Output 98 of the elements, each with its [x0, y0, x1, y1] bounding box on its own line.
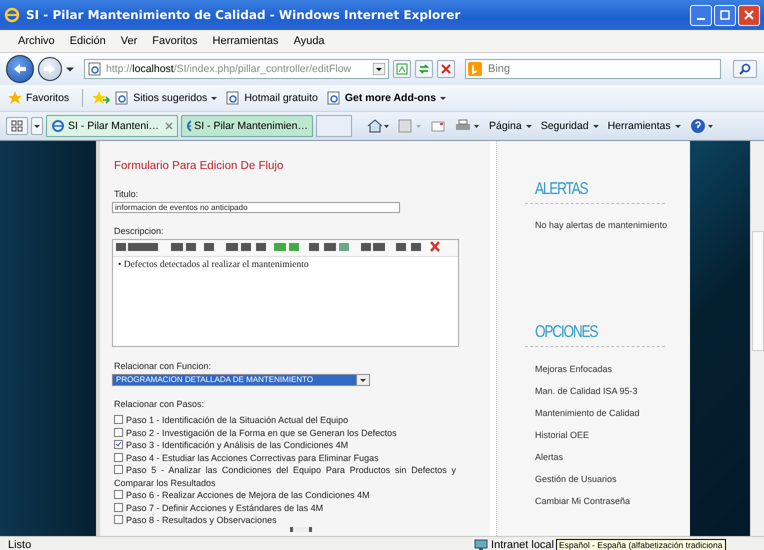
field-label: Relacionar con Pasos:: [114, 399, 206, 409]
sidebar-link[interactable]: Man. de Calidad ISA 95-3: [535, 386, 638, 396]
alerts-text: No hay alertas de mantenimiento: [535, 220, 668, 230]
network-icon: [474, 538, 488, 550]
close-button[interactable]: [738, 4, 760, 26]
close-icon[interactable]: [165, 122, 173, 130]
sidebar-link[interactable]: Mantenimiento de Calidad: [535, 408, 640, 418]
step-checkbox[interactable]: Paso 1 - Identificación de la Situación Actual del Equipo: [114, 414, 456, 426]
command-menu[interactable]: Página: [489, 120, 532, 132]
arrow-right-icon: [44, 64, 56, 74]
quick-tabs-button[interactable]: [6, 117, 28, 135]
favorites-button[interactable]: Favoritos: [8, 91, 70, 105]
status-text: Listo: [8, 538, 32, 550]
favorite-link[interactable]: Get more Add-ons: [326, 91, 446, 105]
security-zone[interactable]: Intranet local: [474, 538, 554, 550]
step-checkbox[interactable]: Paso 2 - Investigación de la Forma en que se Generan los Defectos: [114, 426, 456, 439]
caret-icon: [211, 96, 218, 100]
browser-tab[interactable]: SI - Pilar Manteni…: [46, 115, 178, 137]
caret-icon: [34, 124, 40, 128]
page-icon: [115, 91, 130, 105]
language-tooltip: Español - España (alfabetización tradiciona: [556, 539, 726, 550]
search-button[interactable]: [733, 60, 757, 78]
compatibility-button[interactable]: [393, 60, 411, 78]
print-icon[interactable]: [454, 119, 480, 133]
address-field[interactable]: http://localhost/SI/index.php/pillar_controller/editFlow: [84, 59, 389, 79]
stop-button[interactable]: [437, 60, 455, 78]
close-icon: [744, 10, 754, 20]
minimize-button[interactable]: [690, 4, 712, 26]
close-icon: [441, 64, 451, 74]
dropdown-icon[interactable]: [373, 63, 385, 75]
maximize-button[interactable]: [714, 4, 736, 26]
scrollbar[interactable]: [750, 141, 764, 536]
back-button[interactable]: [6, 55, 34, 83]
sidebar-link[interactable]: Gestión de Usuarios: [535, 474, 617, 484]
field-label: Titulo:: [114, 189, 140, 199]
forward-button[interactable]: [38, 57, 62, 81]
minimize-icon: [697, 18, 705, 20]
command-menu[interactable]: Seguridad: [540, 120, 599, 132]
sidebar-link[interactable]: Mejoras Enfocadas: [535, 364, 612, 374]
step-checkbox[interactable]: Paso 4 - Estudiar las Acciones Correctivas para Eliminar Fugas: [114, 452, 456, 464]
sidebar-link[interactable]: Cambiar Mi Contraseña: [535, 496, 630, 506]
section-heading: OPCIONES: [535, 322, 598, 342]
favorite-link[interactable]: Hotmail gratuito: [226, 91, 318, 105]
browser-icon: [4, 7, 20, 23]
step-checkbox[interactable]: Paso 5 - Analizar las Condiciones del Equipo Para Productos sin Defectos y Comparar los Resultados: [114, 464, 456, 489]
favorite-link[interactable]: Sitios sugeridos: [115, 91, 218, 105]
search-field[interactable]: Bing: [465, 59, 721, 79]
arrow-left-icon: [13, 63, 27, 75]
mail-icon[interactable]: [431, 120, 445, 132]
feeds-icon[interactable]: [398, 119, 422, 133]
step-checkbox[interactable]: Paso 6 - Realizar Acciones de Mejora de las Condiciones 4M: [114, 489, 456, 502]
star-icon: [8, 91, 22, 105]
step-checkbox[interactable]: Paso 8 - Resultados y Observaciones: [114, 514, 456, 526]
caret-icon: [440, 96, 446, 100]
sidebar-link[interactable]: Alertas: [535, 452, 564, 462]
home-icon[interactable]: [367, 119, 389, 133]
menu-item[interactable]: Edición: [70, 35, 106, 47]
field-label: Relacionar con Funcion:: [114, 361, 212, 371]
add-favorite-icon[interactable]: [92, 91, 110, 105]
refresh-icon: [418, 63, 430, 75]
title-field[interactable]: informacion de eventos no anticipado: [112, 202, 400, 213]
window-title: SI - Pilar Mantenimiento de Calidad - Windows Internet Explorer: [26, 8, 462, 22]
field-label: Descripcion:: [114, 226, 165, 236]
caret-icon: [360, 378, 366, 382]
dropdown-icon[interactable]: [66, 66, 74, 72]
function-select[interactable]: PROGRAMACION DETALLADA DE MANTENIMIENTO: [112, 374, 370, 386]
menu-item[interactable]: Ver: [120, 35, 138, 47]
command-menu[interactable]: Herramientas: [608, 120, 681, 132]
menu-item[interactable]: Archivo: [18, 35, 55, 47]
grid-icon: [11, 120, 23, 132]
editor-toolbar-drawing[interactable]: [113, 240, 443, 254]
step-checkbox[interactable]: Paso 7 - Definir Acciones y Estándares de las 4M: [114, 502, 456, 514]
page-icon: [326, 91, 341, 105]
page-icon: [396, 63, 408, 75]
menu-item[interactable]: Herramientas: [212, 35, 279, 47]
step-checkbox[interactable]: Paso 3 - Identificación y Análisis de las Condiciones 4M: [114, 439, 456, 452]
section-heading: ALERTAS: [535, 179, 588, 199]
refresh-button[interactable]: [415, 60, 433, 78]
tab-list-button[interactable]: [31, 117, 43, 135]
browser-icon: [186, 119, 192, 133]
caret-icon: [592, 124, 599, 128]
help-icon[interactable]: [690, 118, 714, 134]
form-title: Formulario Para Edicion De Flujo: [114, 160, 284, 172]
page-icon: [226, 91, 240, 105]
caret-icon: [674, 124, 681, 128]
browser-icon: [51, 119, 65, 133]
menu-item[interactable]: Favoritos: [152, 35, 198, 47]
description-text: • Defectos detectados al realizar el mantenimiento: [117, 259, 310, 272]
maximize-icon: [720, 10, 730, 20]
description-editor[interactable]: • Defectos detectados al realizar el mantenimiento: [112, 239, 459, 347]
search-icon: [739, 63, 751, 75]
page-icon: [88, 62, 102, 76]
caret-icon: [526, 124, 532, 128]
search-engine-icon: [468, 62, 482, 76]
resize-handle[interactable]: [290, 527, 312, 532]
sidebar-link[interactable]: Historial OEE: [535, 430, 590, 440]
browser-tab[interactable]: SI - Pilar Mantenimien…: [181, 115, 313, 137]
menu-item[interactable]: Ayuda: [294, 35, 325, 47]
